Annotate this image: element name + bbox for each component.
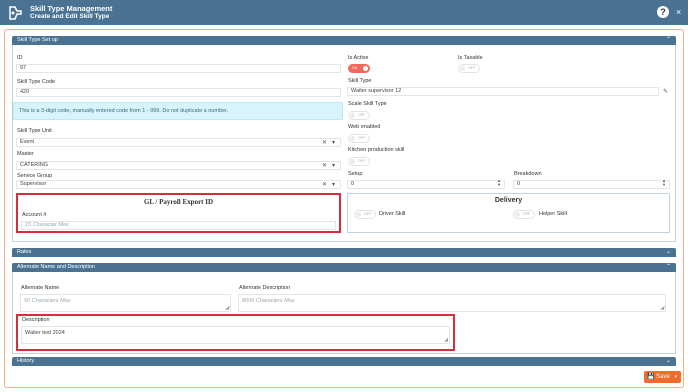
clear-icon[interactable]: ✕	[322, 162, 327, 169]
save-disk-icon: 💾	[647, 374, 655, 380]
chevron-down-icon[interactable]: ▾	[332, 162, 335, 169]
resize-grip-icon[interactable]: ◢	[660, 305, 664, 311]
description-input[interactable]: Waiter test 2024 ◢	[21, 326, 450, 344]
is-taxable-label: Is Taxable	[458, 55, 483, 61]
clear-icon[interactable]: ✕	[322, 181, 327, 188]
spinner-icon[interactable]: ▲ ▼	[662, 179, 666, 187]
alternate-description-label: Alternate Description	[239, 285, 291, 291]
clear-icon[interactable]: ✕	[322, 139, 327, 146]
description-highlight-box: Description Waiter test 2024 ◢	[16, 314, 455, 351]
chevron-down-icon[interactable]: ⌄	[666, 248, 671, 257]
service-group-select[interactable]: Supervisor	[16, 180, 341, 189]
alternate-name-label: Alternate Name	[21, 285, 60, 291]
scale-skill-type-label: Scale Skill Type	[348, 101, 387, 107]
master-label: Master	[17, 151, 34, 157]
app-subtitle: Create and Edit Skill Type	[30, 13, 110, 20]
resize-grip-icon[interactable]: ◢	[444, 337, 448, 343]
helper-skill-toggle[interactable]: OFF	[513, 210, 535, 219]
history-section-title: History	[17, 358, 35, 364]
setup-section-header[interactable]: Skill Type Set up ⌃	[12, 36, 676, 45]
code-info-alert: This is a 3-digit code, manually entered…	[13, 102, 343, 120]
gl-export-box: GL / Payroll Export ID Account # 15 Char…	[16, 193, 341, 233]
driver-skill-toggle[interactable]: OFF	[354, 210, 376, 219]
breakdown-label: Breakdown	[514, 171, 542, 177]
delivery-title: Delivery	[494, 197, 523, 204]
kitchen-production-toggle[interactable]: OFF	[348, 157, 370, 166]
history-section-header[interactable]: History ⌄	[12, 357, 676, 366]
web-enabled-label: Web enabled	[348, 124, 381, 130]
description-label: Description	[22, 317, 50, 323]
alternate-description-input[interactable]: 8000 Characters Max ◢	[238, 294, 666, 312]
account-input[interactable]: 15 Character Max	[21, 221, 336, 230]
skill-type-unit-label: Skill Type Unit	[17, 128, 52, 134]
chevron-down-icon[interactable]: ▾	[332, 181, 335, 188]
skill-type-code-field[interactable]: 420	[16, 88, 341, 97]
rates-section-header[interactable]: Rates ⌄	[12, 248, 676, 257]
setup-label: Setup	[348, 171, 363, 177]
id-label: ID	[17, 55, 23, 61]
skill-type-label: Skill Type	[348, 78, 372, 84]
driver-skill-label: Driver Skill	[379, 211, 406, 217]
web-enabled-toggle[interactable]: OFF	[348, 134, 370, 143]
setup-input[interactable]: 0	[347, 180, 505, 189]
delivery-box: Delivery OFF Driver Skill OFF Helper Ski…	[347, 193, 670, 233]
skill-type-code-label: Skill Type Code	[17, 79, 56, 85]
service-group-label: Service Group	[17, 173, 53, 179]
is-active-label: Is Active	[348, 55, 369, 61]
helper-skill-label: Helper Skill	[539, 211, 567, 217]
rates-section-title: Rates	[17, 249, 32, 255]
alternate-section-header[interactable]: Alternate Name and Description ⌃	[12, 263, 676, 272]
is-taxable-toggle[interactable]: OFF	[458, 64, 480, 73]
save-button[interactable]: 💾 Save ▾	[644, 371, 681, 383]
scale-skill-type-toggle[interactable]: OFF	[348, 111, 370, 120]
alternate-section-title: Alternate Name and Description	[17, 264, 95, 270]
gl-export-title: GL / Payroll Export ID	[143, 198, 214, 206]
account-label: Account #	[22, 212, 47, 218]
master-select[interactable]: CATERING	[16, 161, 341, 170]
resize-grip-icon[interactable]: ◢	[225, 305, 229, 311]
skill-type-unit-select[interactable]: Event	[16, 138, 341, 147]
app-title: Skill Type Management	[30, 4, 113, 13]
edit-pencil-icon[interactable]: ✎	[663, 88, 668, 95]
chevron-down-icon[interactable]: ▾	[674, 371, 677, 383]
save-button-label: Save	[656, 374, 670, 380]
is-active-toggle[interactable]: ON	[348, 64, 370, 73]
spinner-icon[interactable]: ▲ ▼	[497, 179, 501, 187]
alternate-name-input[interactable]: 50 Characters Max ◢	[20, 294, 231, 312]
app-logo-icon	[9, 6, 22, 20]
chevron-down-icon[interactable]: ⌄	[666, 357, 671, 366]
chevron-up-icon[interactable]: ⌃	[666, 36, 671, 45]
skill-type-field[interactable]: Waiter supervisor 12	[347, 87, 659, 96]
id-field[interactable]: 97	[16, 64, 341, 73]
setup-section-title: Skill Type Set up	[17, 37, 58, 43]
close-button[interactable]: ×	[676, 6, 681, 18]
breakdown-input[interactable]: 0	[513, 180, 670, 189]
kitchen-production-label: Kitchen production skill	[348, 147, 405, 153]
title-bar: Skill Type Management Create and Edit Sk…	[0, 0, 688, 25]
chevron-up-icon[interactable]: ⌃	[666, 263, 671, 272]
chevron-down-icon[interactable]: ▾	[332, 139, 335, 146]
help-button[interactable]: ?	[657, 6, 669, 18]
